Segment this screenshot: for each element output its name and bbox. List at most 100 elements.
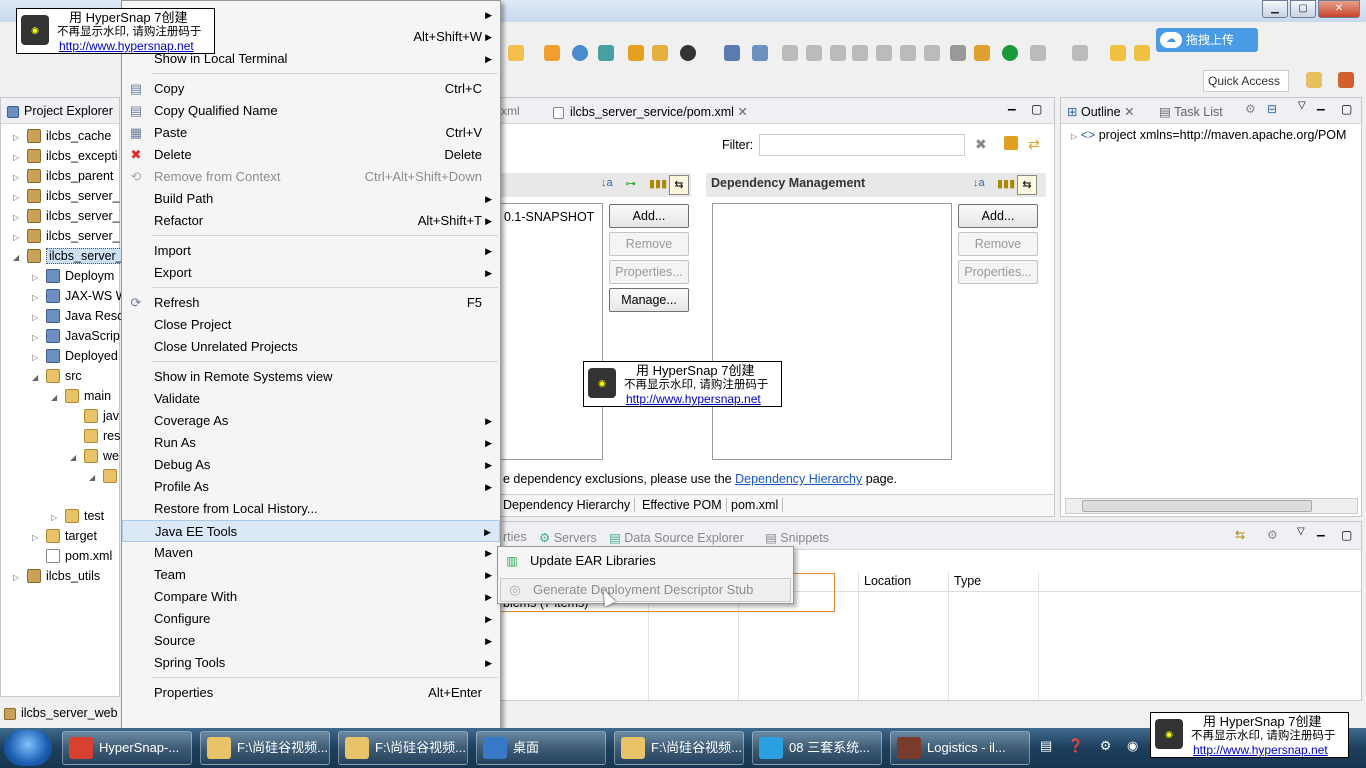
tab-snippets[interactable]: ▤ Snippets: [765, 530, 829, 545]
sync-icon[interactable]: ⇄: [1028, 136, 1040, 153]
task-icon[interactable]: [628, 45, 644, 61]
focus-icon[interactable]: ⇆: [1235, 528, 1245, 542]
menu-item[interactable]: Coverage As ▶: [122, 410, 500, 432]
tab-outline[interactable]: ⊞ Outline ✕: [1067, 104, 1135, 119]
outline-node[interactable]: ▷ <> project xmlns=http://maven.apache.o…: [1071, 128, 1361, 142]
menu-item[interactable]: ⟳ Refresh F5: [122, 292, 500, 314]
tree-twisty-icon[interactable]: ◢: [70, 448, 80, 468]
tree-item[interactable]: ▷ ilcbs_server_: [1, 206, 120, 226]
dependency-item[interactable]: 0.1-SNAPSHOT: [501, 204, 602, 224]
menu-item[interactable]: Spring Tools ▶: [122, 652, 500, 674]
generate-stub-item[interactable]: ◎ Generate Deployment Descriptor Stub: [500, 578, 791, 602]
hierarchy-icon[interactable]: ⊶: [625, 177, 636, 190]
show-groupid-icon[interactable]: ▮▮▮: [649, 177, 667, 190]
tree-twisty-icon[interactable]: ◢: [13, 248, 23, 268]
column-type[interactable]: Type: [954, 574, 981, 588]
menu-item[interactable]: Import ▶: [122, 240, 500, 262]
menu-item[interactable]: ▤ Copy Qualified Name: [122, 100, 500, 122]
tree-twisty-icon[interactable]: ▷: [32, 308, 42, 328]
tree-twisty-icon[interactable]: ▷: [13, 128, 23, 148]
open-folder-icon[interactable]: [544, 45, 560, 61]
menu-item[interactable]: ▤ Copy Ctrl+C: [122, 78, 500, 100]
menu-item[interactable]: ✖ Delete Delete: [122, 144, 500, 166]
add-dependency-button[interactable]: Add...: [609, 204, 689, 228]
external-tools-icon[interactable]: [974, 45, 990, 61]
tree-twisty-icon[interactable]: ▷: [32, 528, 42, 548]
menu-item[interactable]: Properties Alt+Enter: [122, 682, 500, 704]
menu-item[interactable]: Build Path ▶: [122, 188, 500, 210]
tab-properties[interactable]: rties: [503, 530, 527, 544]
taskbar-item[interactable]: 08 三套系统...: [752, 731, 882, 765]
menu-item[interactable]: Run As ▶: [122, 432, 500, 454]
taskbar-item[interactable]: Logistics - il...: [890, 731, 1030, 765]
tab-task-list[interactable]: ▤ Task List: [1159, 104, 1223, 119]
menu-item[interactable]: Configure ▶: [122, 608, 500, 630]
tree-item[interactable]: ▷ JAX-WS W: [1, 286, 128, 306]
terminate-icon[interactable]: [830, 45, 846, 61]
quick-access-input[interactable]: Quick Access: [1203, 70, 1289, 92]
project-explorer-title[interactable]: Project Explorer: [24, 104, 113, 118]
panel-settings-icon[interactable]: ⚙: [1267, 528, 1278, 542]
tree-twisty-icon[interactable]: ▷: [13, 228, 23, 248]
clear-filter-icon[interactable]: ✖: [975, 136, 987, 153]
resume-icon[interactable]: [782, 45, 798, 61]
tree-twisty-icon[interactable]: ▷: [32, 328, 42, 348]
tree-item[interactable]: ◢ we: [1, 446, 119, 466]
tree-item[interactable]: ◢ main: [1, 386, 111, 406]
tree-twisty-icon[interactable]: ▷: [13, 568, 23, 588]
taskbar-item[interactable]: F:\尚硅谷视频...: [614, 731, 744, 765]
tree-item[interactable]: ▷ Java Reso: [1, 306, 124, 326]
maximize-view-icon[interactable]: ▢: [1031, 102, 1042, 116]
tree-twisty-icon[interactable]: ▷: [13, 208, 23, 228]
tree-twisty-icon[interactable]: ▷: [13, 188, 23, 208]
dm-filter-toggle-icon[interactable]: ⇆: [1017, 175, 1037, 195]
tree-item[interactable]: ▷ ilcbs_server_: [1, 226, 120, 246]
tab-servers[interactable]: ⚙ Servers: [539, 530, 597, 545]
menu-item[interactable]: Validate: [122, 388, 500, 410]
menu-item[interactable]: Java EE Tools ▶: [122, 520, 500, 542]
tree-item[interactable]: ◢: [1, 466, 122, 486]
menu-item[interactable]: ▦ Paste Ctrl+V: [122, 122, 500, 144]
start-button[interactable]: [4, 730, 52, 766]
taskbar-item[interactable]: HyperSnap-...: [62, 731, 192, 765]
tree-item[interactable]: ▷ Deploym: [1, 266, 114, 286]
tab-dependency-hierarchy[interactable]: Dependency Hierarchy: [503, 498, 636, 512]
outline-view-menu-icon[interactable]: ⚙: [1245, 102, 1256, 116]
menu-item[interactable]: Maven ▶: [122, 542, 500, 564]
dependency-management-list[interactable]: [712, 203, 952, 460]
panel-maximize-icon[interactable]: ▢: [1341, 528, 1352, 542]
tree-item[interactable]: ▷ target: [1, 526, 97, 546]
menu-item[interactable]: Compare With ▶: [122, 586, 500, 608]
update-ear-libraries-item[interactable]: ▥ Update EAR Libraries: [498, 550, 793, 572]
run-icon[interactable]: [1002, 45, 1018, 61]
minimize-view-icon[interactable]: ▁: [1008, 100, 1016, 111]
menu-item[interactable]: Export ▶: [122, 262, 500, 284]
tab-data-source-explorer[interactable]: ▤ Data Source Explorer: [609, 530, 744, 545]
outline-chevron-icon[interactable]: ▽: [1298, 100, 1306, 111]
remove-dependency-button[interactable]: Remove: [609, 232, 689, 256]
system-tray[interactable]: ▤ ❓ ⚙ ◉ ●: [1040, 738, 1168, 754]
use-filters-icon[interactable]: [950, 45, 966, 61]
tab-previous[interactable]: xml: [501, 104, 520, 118]
panel-minimize-icon[interactable]: ▁: [1317, 526, 1325, 537]
wrench-icon[interactable]: [508, 45, 524, 61]
dm-remove-button[interactable]: Remove: [958, 232, 1038, 256]
tab-pom-xml[interactable]: pom.xml: [731, 498, 784, 512]
tree-item[interactable]: ▷ ilcbs_cache: [1, 126, 111, 146]
minimize-button[interactable]: ▁: [1262, 0, 1288, 18]
tree-item[interactable]: res: [1, 426, 120, 446]
menu-item[interactable]: ⟲ Remove from Context Ctrl+Alt+Shift+Down: [122, 166, 500, 188]
tree-twisty-icon[interactable]: ▷: [51, 508, 61, 528]
forward-icon[interactable]: [1134, 45, 1150, 61]
dependency-hierarchy-link[interactable]: Dependency Hierarchy: [735, 472, 862, 486]
menu-item[interactable]: Source ▶: [122, 630, 500, 652]
next-annotation-icon[interactable]: [1030, 45, 1046, 61]
dm-properties-button[interactable]: Properties...: [958, 260, 1038, 284]
outline-scrollbar[interactable]: [1065, 498, 1358, 514]
taskbar-item[interactable]: F:\尚硅谷视频...: [200, 731, 330, 765]
filter-input[interactable]: [759, 134, 965, 156]
dm-add-button[interactable]: Add...: [958, 204, 1038, 228]
tree-item[interactable]: jav: [1, 406, 119, 426]
tree-twisty-icon[interactable]: ◢: [32, 368, 42, 388]
tree-item[interactable]: ▷ JavaScrip: [1, 326, 120, 346]
